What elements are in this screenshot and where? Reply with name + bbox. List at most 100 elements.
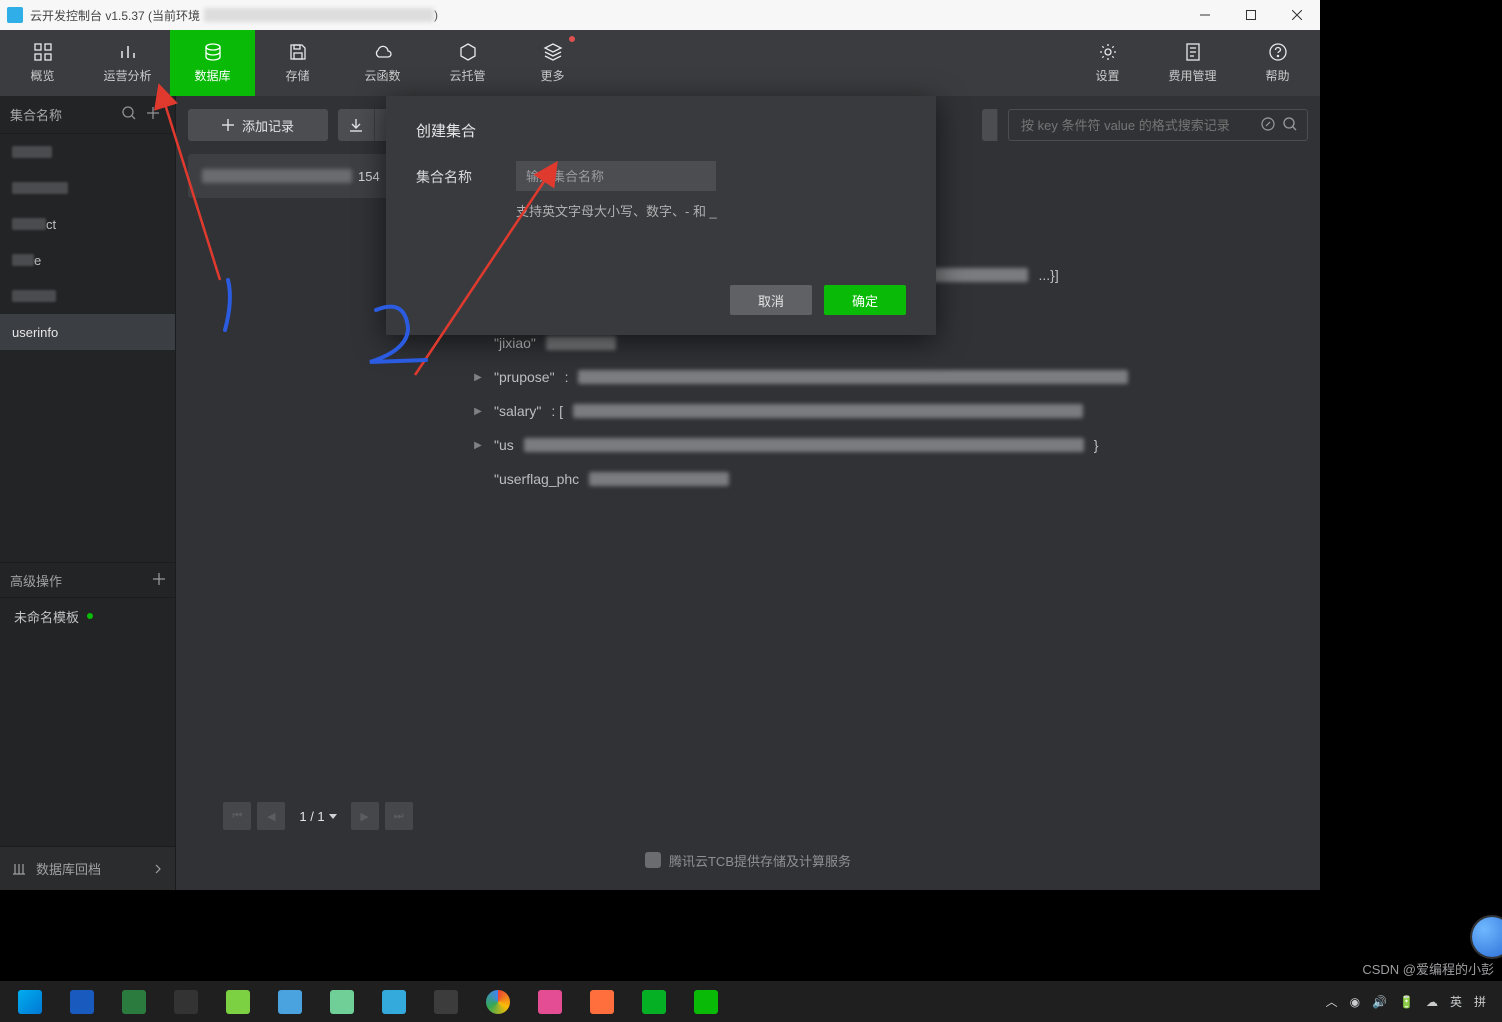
watermark: CSDN @爱编程的小彭 <box>1362 959 1494 978</box>
download-icon <box>349 118 363 132</box>
json-row[interactable]: ▶ "us } <box>472 428 1308 462</box>
footer-label: 腾讯云TCB提供存储及计算服务 <box>669 851 851 870</box>
tcb-icon <box>645 852 661 868</box>
notification-dot <box>569 36 575 42</box>
windows-taskbar: ︿ ◉ 🔊 🔋 ☁ 英 拼 <box>0 980 1502 1022</box>
nav-help[interactable]: 帮助 <box>1235 30 1320 96</box>
search-input[interactable] <box>1019 117 1257 134</box>
expand-icon[interactable]: ▶ <box>472 406 484 417</box>
modal-ok-button[interactable]: 确定 <box>824 285 906 315</box>
collection-item-label: userinfo <box>12 325 58 340</box>
taskbar-app[interactable] <box>526 982 574 1022</box>
taskbar-app[interactable] <box>682 982 730 1022</box>
taskbar-app[interactable] <box>474 982 522 1022</box>
chevron-down-icon <box>329 812 337 820</box>
nav-overview[interactable]: 概览 <box>0 30 85 96</box>
json-blurred-value <box>524 438 1084 452</box>
nav-storage[interactable]: 存储 <box>255 30 340 96</box>
nav-database[interactable]: 数据库 <box>170 30 255 96</box>
sidebar-header-label: 集合名称 <box>10 105 117 124</box>
sidebar-advanced-header[interactable]: 高级操作 <box>0 562 175 598</box>
sidebar-template-item[interactable]: 未命名模板 <box>0 598 175 634</box>
json-blurred-value <box>546 336 616 350</box>
json-row[interactable]: "userflag_phc <box>472 462 1308 496</box>
taskbar-app[interactable] <box>630 982 678 1022</box>
tray-volume-icon[interactable]: 🔊 <box>1372 995 1387 1009</box>
search-icon[interactable] <box>1279 117 1301 134</box>
add-record-button[interactable]: 添加记录 <box>188 109 328 141</box>
nav-label: 概览 <box>30 67 54 84</box>
json-row[interactable]: ▶ "prupose": <box>472 360 1308 394</box>
gear-icon <box>1096 42 1120 62</box>
search-icon[interactable] <box>117 106 141 123</box>
nav-analytics[interactable]: 运营分析 <box>85 30 170 96</box>
close-button[interactable] <box>1274 0 1320 30</box>
taskbar-app[interactable] <box>318 982 366 1022</box>
record-pager: ⏮ ◀ 1 / 1 ▶ ⏭ <box>188 800 448 832</box>
ime-indicator[interactable]: 英 <box>1450 993 1462 1010</box>
app-icon <box>7 7 23 23</box>
nav-label: 更多 <box>540 67 564 84</box>
taskbar-app[interactable] <box>110 982 158 1022</box>
add-record-label: 添加记录 <box>242 116 294 135</box>
tray-chevron-icon[interactable]: ︿ <box>1326 993 1338 1010</box>
json-row[interactable]: ▶ "salary": [ <box>472 394 1308 428</box>
pager-prev-button[interactable]: ◀ <box>257 802 285 830</box>
taskbar-app[interactable] <box>58 982 106 1022</box>
pager-first-button[interactable]: ⏮ <box>223 802 251 830</box>
modal-cancel-button[interactable]: 取消 <box>730 285 812 315</box>
window-title-blurred <box>204 8 434 22</box>
taskbar-start[interactable] <box>6 982 54 1022</box>
create-collection-modal: 创建集合 集合名称 支持英文字母大小写、数字、- 和 _ 取消 确定 <box>386 96 936 335</box>
taskbar-app[interactable] <box>422 982 470 1022</box>
bars-icon <box>116 42 140 62</box>
collection-item[interactable] <box>0 170 175 206</box>
tray-cloud-icon[interactable]: ☁ <box>1426 995 1438 1009</box>
nav-label: 云函数 <box>364 67 400 84</box>
taskbar-app[interactable] <box>370 982 418 1022</box>
nav-settings[interactable]: 设置 <box>1065 30 1150 96</box>
sidebar-bottom-rollback[interactable]: 数据库回档 <box>0 846 175 890</box>
collection-item-userinfo[interactable]: userinfo <box>0 314 175 350</box>
tray-battery-icon[interactable]: 🔋 <box>1399 995 1414 1009</box>
window-title-paren: ) <box>434 8 438 22</box>
taskbar-app[interactable] <box>162 982 210 1022</box>
save-icon <box>286 42 310 62</box>
taskbar-app[interactable] <box>266 982 314 1022</box>
expand-icon[interactable]: ▶ <box>472 440 484 451</box>
sidebar-header: 集合名称 <box>0 96 175 134</box>
main-nav: 概览 运营分析 数据库 存储 云函数 云托管 <box>0 30 1320 96</box>
ime-indicator-2[interactable]: 拼 <box>1474 993 1486 1010</box>
collection-item[interactable]: e <box>0 242 175 278</box>
pager-next-button[interactable]: ▶ <box>351 802 379 830</box>
pager-last-button[interactable]: ⏭ <box>385 802 413 830</box>
collection-item[interactable] <box>0 134 175 170</box>
stack-icon <box>541 42 565 62</box>
receipt-icon <box>1181 42 1205 62</box>
sidebar: 集合名称 ct e userinfo 高级操作 未命名模板 <box>0 96 176 890</box>
nav-billing[interactable]: 费用管理 <box>1150 30 1235 96</box>
taskbar-app[interactable] <box>578 982 626 1022</box>
taskbar-app[interactable] <box>214 982 262 1022</box>
nav-more[interactable]: 更多 <box>510 30 595 96</box>
collection-name-input[interactable] <box>516 161 716 191</box>
tray-wifi-icon[interactable]: ◉ <box>1350 995 1360 1009</box>
assistant-badge <box>1472 917 1502 957</box>
maximize-button[interactable] <box>1228 0 1274 30</box>
add-collection-icon[interactable] <box>141 106 165 123</box>
nav-cloud-functions[interactable]: 云函数 <box>340 30 425 96</box>
download-button[interactable] <box>338 109 374 141</box>
nav-label: 费用管理 <box>1168 67 1216 84</box>
system-tray[interactable]: ︿ ◉ 🔊 🔋 ☁ 英 拼 <box>1326 993 1496 1010</box>
clear-icon[interactable] <box>1257 117 1279 134</box>
pager-label: 1 / 1 <box>291 809 344 824</box>
nav-cloudrun[interactable]: 云托管 <box>425 30 510 96</box>
window-title-bar: 云开发控制台 v1.5.37 (当前环境 ) <box>0 0 1320 30</box>
search-box[interactable] <box>1008 109 1308 141</box>
collection-item[interactable]: ct <box>0 206 175 242</box>
minimize-button[interactable] <box>1182 0 1228 30</box>
collection-item[interactable] <box>0 278 175 314</box>
plus-icon <box>222 119 234 131</box>
plus-icon[interactable] <box>153 573 165 588</box>
expand-icon[interactable]: ▶ <box>472 372 484 383</box>
